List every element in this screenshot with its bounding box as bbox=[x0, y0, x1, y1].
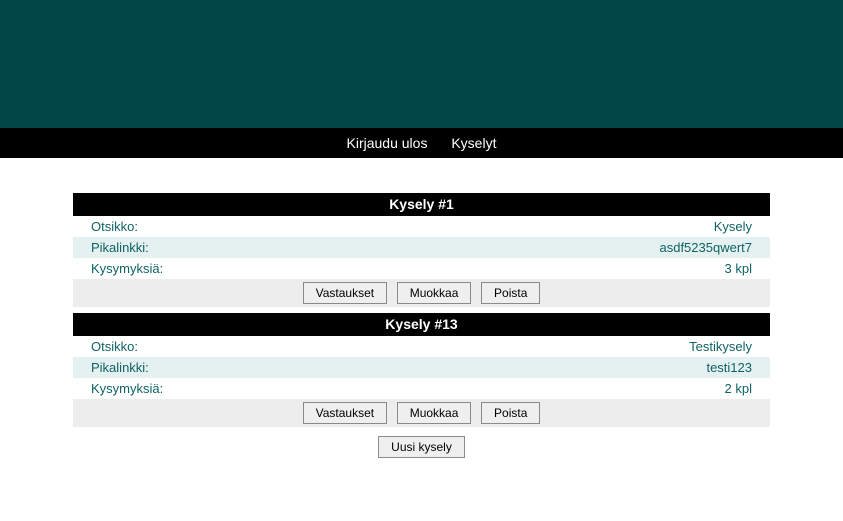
value-quicklink: asdf5235qwert7 bbox=[659, 240, 752, 255]
label-questions: Kysymyksiä: bbox=[91, 261, 163, 276]
value-title: Testikysely bbox=[689, 339, 752, 354]
new-survey-button[interactable]: Uusi kysely bbox=[378, 436, 465, 458]
survey-title-row: Otsikko: Kysely bbox=[73, 216, 770, 237]
survey-actions: Vastaukset Muokkaa Poista bbox=[73, 399, 770, 427]
survey-actions: Vastaukset Muokkaa Poista bbox=[73, 279, 770, 307]
value-title: Kysely bbox=[714, 219, 752, 234]
survey-header: Kysely #1 bbox=[73, 193, 770, 216]
nav-bar: Kirjaudu ulos Kyselyt bbox=[0, 128, 843, 158]
value-questions: 3 kpl bbox=[725, 261, 752, 276]
survey-questions-row: Kysymyksiä: 2 kpl bbox=[73, 378, 770, 399]
delete-button[interactable]: Poista bbox=[481, 402, 540, 424]
label-title: Otsikko: bbox=[91, 339, 138, 354]
label-questions: Kysymyksiä: bbox=[91, 381, 163, 396]
survey-header: Kysely #13 bbox=[73, 313, 770, 336]
edit-button[interactable]: Muokkaa bbox=[397, 402, 472, 424]
survey-title-row: Otsikko: Testikysely bbox=[73, 336, 770, 357]
label-quicklink: Pikalinkki: bbox=[91, 360, 149, 375]
survey-quicklink-row: Pikalinkki: testi123 bbox=[73, 357, 770, 378]
label-quicklink: Pikalinkki: bbox=[91, 240, 149, 255]
survey-questions-row: Kysymyksiä: 3 kpl bbox=[73, 258, 770, 279]
header-banner bbox=[0, 0, 843, 128]
value-quicklink: testi123 bbox=[706, 360, 752, 375]
nav-surveys[interactable]: Kyselyt bbox=[451, 135, 496, 151]
delete-button[interactable]: Poista bbox=[481, 282, 540, 304]
label-title: Otsikko: bbox=[91, 219, 138, 234]
content: Kysely #1 Otsikko: Kysely Pikalinkki: as… bbox=[73, 193, 770, 461]
responses-button[interactable]: Vastaukset bbox=[303, 282, 387, 304]
survey-quicklink-row: Pikalinkki: asdf5235qwert7 bbox=[73, 237, 770, 258]
new-survey-row: Uusi kysely bbox=[73, 433, 770, 461]
nav-logout[interactable]: Kirjaudu ulos bbox=[347, 135, 428, 151]
value-questions: 2 kpl bbox=[725, 381, 752, 396]
edit-button[interactable]: Muokkaa bbox=[397, 282, 472, 304]
responses-button[interactable]: Vastaukset bbox=[303, 402, 387, 424]
